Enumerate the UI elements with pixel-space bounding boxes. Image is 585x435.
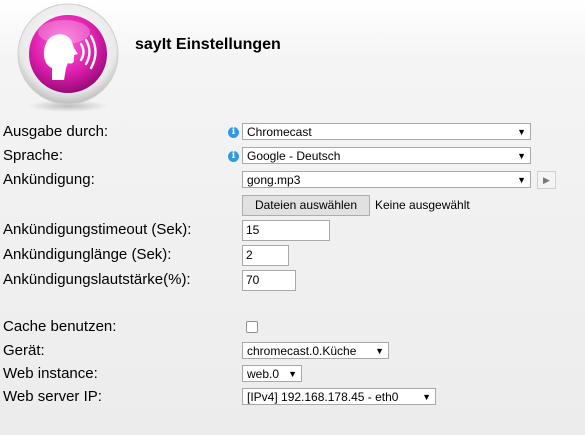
info-icon[interactable]: i [228,151,239,162]
app-logo [12,2,124,114]
announce-select-value: gong.mp3 [247,173,301,187]
output-select[interactable]: Chromecast ▼ [242,123,531,140]
dropdown-arrow-icon: ▼ [517,175,526,185]
length-input[interactable]: 2 [242,245,289,266]
device-label: Gerät: [3,342,45,359]
device-select-value: chromecast.0.Küche [247,344,357,358]
speaking-head-icon [17,3,119,112]
web-instance-select-value: web.0 [247,367,280,381]
volume-input[interactable]: 70 [242,270,296,291]
timeout-label: Ankündigungstimeout (Sek): [3,221,192,238]
play-icon: ▶ [543,175,550,185]
language-label: Sprache: [3,147,64,164]
web-instance-select[interactable]: web.0 ▼ [242,365,302,382]
announce-label: Ankündigung: [3,171,95,188]
announce-select[interactable]: gong.mp3 ▼ [242,171,531,188]
dropdown-arrow-icon: ▼ [517,151,526,161]
output-label: Ausgabe durch: [3,123,109,140]
web-instance-label: Web instance: [3,365,98,382]
file-status: Keine ausgewählt [375,198,470,212]
web-server-ip-select[interactable]: [IPv4] 192.168.178.45 - eth0 ▼ [242,388,436,405]
page-title: sayIt Einstellungen [135,36,281,53]
device-select[interactable]: chromecast.0.Küche ▼ [242,342,389,359]
dropdown-arrow-icon: ▼ [288,369,297,379]
play-button[interactable]: ▶ [537,171,556,189]
dropdown-arrow-icon: ▼ [517,127,526,137]
cache-checkbox[interactable] [246,321,258,333]
timeout-input[interactable]: 15 [242,220,330,241]
length-label: Ankündigunglänge (Sek): [3,246,172,263]
output-select-value: Chromecast [247,125,312,139]
dropdown-arrow-icon: ▼ [422,392,431,402]
cache-label: Cache benutzen: [3,318,117,335]
choose-files-button[interactable]: Dateien auswählen [242,195,370,216]
volume-label: Ankündigungslautstärke(%): [3,271,191,288]
web-server-ip-select-value: [IPv4] 192.168.178.45 - eth0 [247,390,399,404]
web-server-ip-label: Web server IP: [3,388,102,405]
dropdown-arrow-icon: ▼ [375,346,384,356]
language-select[interactable]: Google - Deutsch ▼ [242,147,531,164]
info-icon[interactable]: i [228,127,239,138]
language-select-value: Google - Deutsch [247,149,341,163]
